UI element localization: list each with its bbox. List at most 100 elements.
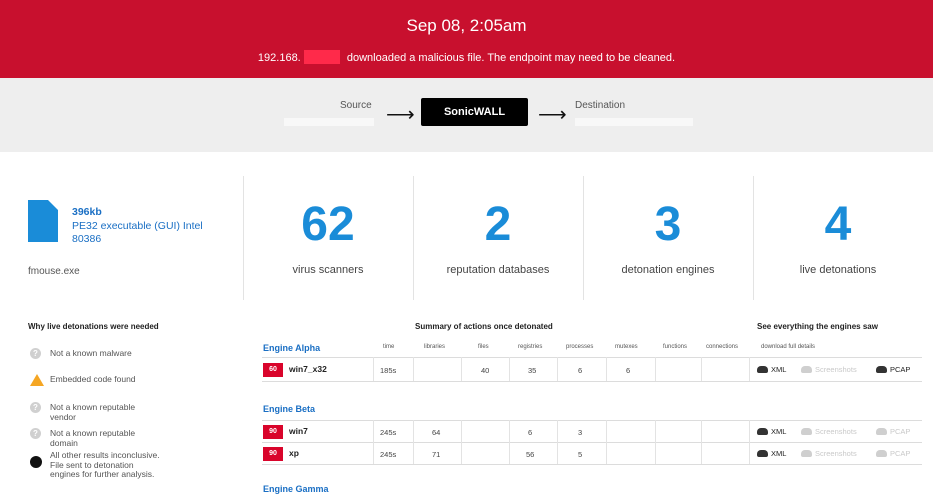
score-badge: 90 bbox=[263, 425, 283, 439]
cloud-download-icon bbox=[876, 428, 887, 435]
alert-banner: Sep 08, 2:05am 192.168. downloaded a mal… bbox=[0, 0, 933, 78]
download-screenshots-button: Screenshots bbox=[801, 449, 857, 458]
divider bbox=[262, 420, 922, 421]
why-item-text: All other results inconclusive. File sen… bbox=[50, 450, 160, 479]
engine-alpha-title[interactable]: Engine Alpha bbox=[263, 343, 320, 353]
arrow-right-icon: ⟶ bbox=[538, 104, 567, 126]
col-time: time bbox=[383, 344, 395, 350]
os-label: win7_x32 bbox=[289, 364, 327, 374]
divider bbox=[701, 357, 702, 381]
download-pcap-label: PCAP bbox=[890, 365, 911, 374]
download-pcap-label: PCAP bbox=[890, 449, 911, 458]
alert-message-text: downloaded a malicious file. The endpoin… bbox=[346, 52, 676, 64]
engine-beta-title[interactable]: Engine Beta bbox=[263, 404, 315, 414]
alert-ip-prefix: 192.168. bbox=[257, 52, 301, 64]
divider bbox=[509, 357, 510, 381]
cloud-download-icon bbox=[876, 450, 887, 457]
cloud-download-icon bbox=[876, 366, 887, 373]
divider bbox=[373, 357, 374, 381]
why-title: Why live detonations were needed bbox=[28, 322, 159, 331]
col-mutexes: mutexes bbox=[615, 344, 638, 350]
download-xml-button[interactable]: XML bbox=[757, 449, 786, 458]
download-xml-button[interactable]: XML bbox=[757, 427, 786, 436]
download-screenshots-button: Screenshots bbox=[801, 365, 857, 374]
score-badge: 60 bbox=[263, 363, 283, 377]
why-item-text: Not a known malware bbox=[50, 348, 132, 358]
file-size[interactable]: 396kb bbox=[72, 206, 102, 218]
cell-processes: 3 bbox=[578, 428, 583, 437]
stat-value: 4 bbox=[824, 198, 852, 251]
download-pcap-button[interactable]: PCAP bbox=[876, 365, 910, 374]
cell-processes: 6 bbox=[578, 366, 583, 375]
question-icon: ? bbox=[30, 428, 41, 439]
divider bbox=[413, 420, 414, 464]
col-connections: connections bbox=[706, 344, 739, 350]
divider bbox=[262, 381, 922, 382]
stat-reputation-databases: 2 reputation databases bbox=[413, 200, 583, 277]
stat-value: 62 bbox=[301, 198, 355, 251]
download-xml-button[interactable]: XML bbox=[757, 365, 786, 374]
firewall-device: SonicWALL bbox=[421, 98, 528, 126]
stat-virus-scanners: 62 virus scanners bbox=[243, 198, 413, 277]
engine-gamma-title[interactable]: Engine Gamma bbox=[263, 484, 329, 494]
os-label: xp bbox=[289, 448, 299, 458]
divider bbox=[655, 420, 656, 464]
divider bbox=[701, 420, 702, 464]
arrow-right-icon: ⟶ bbox=[386, 104, 415, 126]
stat-label: virus scanners bbox=[292, 264, 364, 276]
divider bbox=[461, 420, 462, 464]
stat-label: reputation databases bbox=[446, 264, 550, 276]
cell-time: 245s bbox=[380, 428, 397, 437]
traffic-flow: Source ⟶ SonicWALL ⟶ Destination bbox=[0, 78, 933, 152]
score-badge: 90 bbox=[263, 447, 283, 461]
cell-processes: 5 bbox=[578, 450, 583, 459]
cell-time: 185s bbox=[380, 366, 397, 375]
cell-libraries: 71 bbox=[432, 450, 441, 459]
redacted-ip bbox=[303, 50, 340, 64]
download-xml-label: XML bbox=[771, 449, 787, 458]
cell-registries: 6 bbox=[528, 428, 533, 437]
alert-message: 192.168. downloaded a malicious file. Th… bbox=[0, 50, 933, 64]
why-item-text: Not a known reputable domain bbox=[50, 428, 136, 448]
cell-registries: 35 bbox=[528, 366, 537, 375]
divider bbox=[262, 442, 922, 443]
divider bbox=[413, 357, 414, 381]
why-item-text: Embedded code found bbox=[50, 374, 136, 384]
divider bbox=[655, 357, 656, 381]
divider bbox=[749, 357, 750, 381]
cloud-download-icon bbox=[757, 450, 768, 457]
stat-value: 3 bbox=[654, 198, 682, 251]
divider bbox=[606, 357, 607, 381]
question-icon: ? bbox=[30, 402, 41, 413]
stat-live-detonations: 4 live detonations bbox=[753, 198, 923, 277]
download-pcap-button: PCAP bbox=[876, 427, 910, 436]
alert-time: Sep 08, 2:05am bbox=[406, 16, 527, 35]
cell-mutexes: 6 bbox=[626, 366, 631, 375]
stat-label: live detonations bbox=[799, 264, 877, 276]
file-type[interactable]: PE32 executable (GUI) Intel 80386 bbox=[72, 220, 222, 246]
col-download: download full details bbox=[761, 344, 816, 350]
source-value bbox=[284, 118, 374, 126]
divider bbox=[557, 357, 558, 381]
summary-title: Summary of actions once detonated bbox=[415, 322, 553, 331]
cloud-download-icon bbox=[801, 428, 812, 435]
col-libraries: libraries bbox=[424, 344, 446, 350]
cell-files: 40 bbox=[481, 366, 490, 375]
file-icon bbox=[28, 200, 58, 242]
download-screenshots-label: Screenshots bbox=[815, 365, 857, 374]
os-label: win7 bbox=[289, 426, 308, 436]
divider bbox=[749, 420, 750, 464]
cloud-download-icon bbox=[801, 366, 812, 373]
question-icon: ? bbox=[30, 348, 41, 359]
divider bbox=[606, 420, 607, 464]
stat-label: detonation engines bbox=[621, 264, 715, 276]
cloud-download-icon bbox=[757, 366, 768, 373]
source-label: Source bbox=[340, 100, 372, 111]
stat-detonation-engines: 3 detonation engines bbox=[583, 198, 753, 277]
why-item-text: Not a known reputable vendor bbox=[50, 402, 136, 422]
download-pcap-label: PCAP bbox=[890, 427, 911, 436]
divider bbox=[262, 357, 922, 358]
download-pcap-button: PCAP bbox=[876, 449, 910, 458]
cloud-download-icon bbox=[757, 428, 768, 435]
divider bbox=[262, 464, 922, 465]
